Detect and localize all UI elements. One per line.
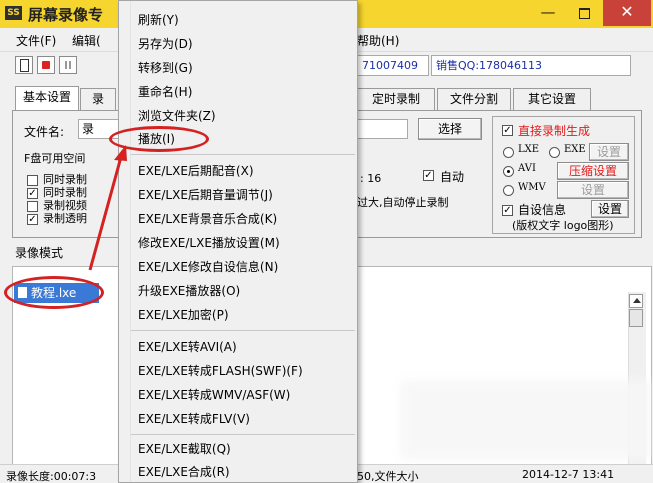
cm-separator-1: [131, 154, 355, 155]
browse-button-label: 选择: [437, 122, 462, 136]
fps-value: : 16: [360, 172, 382, 185]
cm-upgrade-player[interactable]: 升级EXE播放器(O): [138, 281, 240, 301]
cm-to-flash[interactable]: EXE/LXE转成FLASH(SWF)(F): [138, 361, 303, 381]
self-info-settings-button[interactable]: 设置: [591, 200, 629, 218]
wmv-settings-label: 设置: [580, 183, 605, 197]
radio-lxe[interactable]: [503, 147, 514, 158]
copyright-label: (版权文字 logo图形): [512, 219, 614, 232]
cm-merge[interactable]: EXE/LXE合成(R): [138, 462, 230, 482]
qq-number: 71007409: [362, 59, 418, 72]
record-mode-label: 录像模式: [15, 246, 64, 260]
tab-split[interactable]: 文件分割: [437, 88, 511, 110]
cm-volume[interactable]: EXE/LXE后期音量调节(J): [138, 185, 273, 205]
context-menu: 刷新(Y) 另存为(D) 转移到(G) 重命名(H) 浏览文件夹(Z) 播放(I…: [118, 0, 358, 483]
status-file-info: 50,文件大小: [357, 470, 419, 483]
annotation-ellipse-play: [109, 126, 209, 152]
compress-settings-button[interactable]: 压缩设置: [557, 162, 629, 180]
radio-avi-label: AVI: [518, 163, 536, 174]
self-info-checkbox[interactable]: ✓: [502, 205, 513, 216]
checkbox-2[interactable]: [27, 201, 38, 212]
maximize-button[interactable]: [566, 0, 602, 26]
exe-settings-button[interactable]: 设置: [589, 143, 629, 161]
menu-help[interactable]: 帮助(H): [357, 32, 399, 49]
tab-basic-label: 基本设置: [22, 90, 71, 104]
cm-save-as[interactable]: 另存为(D): [138, 34, 193, 54]
cm-to-avi[interactable]: EXE/LXE转AVI(A): [138, 337, 237, 357]
direct-record-checkbox[interactable]: ✓: [502, 125, 513, 136]
filename-value: 录: [82, 122, 95, 136]
checkbox-0[interactable]: [27, 175, 38, 186]
exe-settings-label: 设置: [596, 145, 621, 159]
browse-button[interactable]: 选择: [418, 118, 482, 140]
tab-record-label: 录: [91, 92, 104, 106]
tab-other-label: 其它设置: [527, 92, 576, 106]
cm-to-wmv[interactable]: EXE/LXE转成WMV/ASF(W): [138, 385, 290, 405]
compress-settings-label: 压缩设置: [568, 164, 617, 178]
close-button[interactable]: ✕: [603, 0, 651, 26]
status-date: 2014-12-7 13:41: [522, 468, 615, 481]
cm-move-to[interactable]: 转移到(G): [138, 58, 193, 78]
tab-basic-settings[interactable]: 基本设置: [15, 86, 79, 110]
cm-dub[interactable]: EXE/LXE后期配音(X): [138, 161, 254, 181]
cm-bg-music[interactable]: EXE/LXE背景音乐合成(K): [138, 209, 277, 229]
radio-wmv[interactable]: [503, 185, 514, 196]
filename-label: 文件名:: [24, 125, 65, 139]
new-file-icon[interactable]: [15, 56, 33, 74]
disk-space-label: F盘可用空间: [24, 152, 86, 165]
radio-wmv-label: WMV: [518, 182, 546, 193]
sales-qq-number: 178046113: [479, 59, 543, 72]
radio-avi[interactable]: [503, 166, 514, 177]
menu-edit[interactable]: 编辑(: [72, 32, 101, 49]
close-icon: ✕: [620, 2, 634, 21]
minimize-icon: —: [540, 3, 556, 21]
tab-schedule-label: 定时录制: [371, 92, 420, 106]
scroll-up-icon[interactable]: [629, 294, 643, 308]
sales-qq-label: 销售QQ:: [436, 59, 480, 72]
self-info-label: 自设信息: [518, 203, 567, 217]
radio-lxe-label: LXE: [518, 144, 540, 155]
tab-other[interactable]: 其它设置: [513, 88, 591, 110]
cm-rename[interactable]: 重命名(H): [138, 82, 192, 102]
watermark-blur: [400, 380, 650, 460]
checkbox-3[interactable]: ✓: [27, 214, 38, 225]
annotation-ellipse-file: [4, 276, 104, 309]
maximize-icon: [578, 8, 590, 19]
app-logo-icon: SS: [5, 6, 22, 20]
radio-exe[interactable]: [549, 147, 560, 158]
status-length: 录像长度:00:07:3: [6, 470, 97, 483]
cm-browse-folder[interactable]: 浏览文件夹(Z): [138, 106, 216, 126]
minimize-button[interactable]: —: [530, 0, 566, 26]
menu-file[interactable]: 文件(F): [16, 32, 56, 49]
auto-checkbox[interactable]: ✓: [423, 170, 434, 181]
cm-play-settings[interactable]: 修改EXE/LXE播放设置(M): [138, 233, 280, 253]
scroll-thumb[interactable]: [629, 309, 643, 327]
record-icon[interactable]: [37, 56, 55, 74]
cm-refresh[interactable]: 刷新(Y): [138, 10, 179, 30]
auto-label: 自动: [440, 170, 465, 184]
direct-record-label: 直接录制生成: [518, 124, 591, 138]
tab-record[interactable]: 录: [80, 88, 116, 110]
wmv-settings-button[interactable]: 设置: [557, 181, 629, 199]
window-title: 屏幕录像专: [28, 6, 104, 24]
qq-field: 71007409: [357, 55, 429, 76]
checkbox-3-label: 录制透明: [43, 212, 87, 225]
cm-separator-3: [131, 434, 355, 435]
app-window: SS 屏幕录像专 — ✕ 文件(F) 编辑( 帮助(H) 71007409 销售…: [0, 0, 653, 483]
sales-qq-field: 销售QQ:178046113: [431, 55, 631, 76]
cm-encrypt[interactable]: EXE/LXE加密(P): [138, 305, 229, 325]
radio-exe-label: EXE: [564, 144, 586, 155]
tab-split-label: 文件分割: [449, 92, 498, 106]
menu-gutter: [119, 1, 131, 482]
cm-self-info[interactable]: EXE/LXE修改自设信息(N): [138, 257, 278, 277]
pause-icon[interactable]: [59, 56, 77, 74]
checkbox-1[interactable]: ✓: [27, 188, 38, 199]
auto-stop-label: 过大,自动停止录制: [357, 196, 449, 209]
tab-schedule[interactable]: 定时录制: [357, 88, 435, 110]
self-info-settings-label: 设置: [597, 202, 622, 216]
cm-clip[interactable]: EXE/LXE截取(Q): [138, 439, 231, 459]
cm-to-flv[interactable]: EXE/LXE转成FLV(V): [138, 409, 250, 429]
cm-separator-2: [131, 330, 355, 331]
